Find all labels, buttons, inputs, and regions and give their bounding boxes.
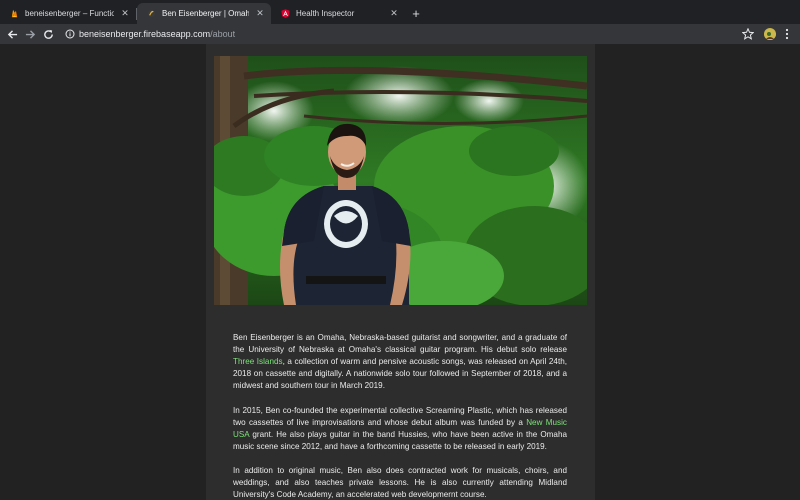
- firebase-icon: [11, 9, 18, 18]
- close-tab-icon[interactable]: ✕: [255, 8, 265, 19]
- bio-text-run: , a collection of warm and pensive acous…: [233, 357, 568, 391]
- bio-paragraph-2: In 2015, Ben co-founded the experimental…: [233, 405, 567, 453]
- bio-text-run: grant. He also plays guitar in the band …: [233, 429, 567, 451]
- site-icon: [147, 9, 156, 18]
- tab-ben-eisenberger[interactable]: Ben Eisenberger | Omaha-Base ✕: [137, 3, 271, 24]
- back-button[interactable]: [5, 27, 19, 41]
- page-viewport: Ben Eisenberger is an Omaha, Nebraska-ba…: [0, 44, 800, 500]
- about-content: Ben Eisenberger is an Omaha, Nebraska-ba…: [206, 44, 595, 500]
- tab-title: beneisenberger – Functions – F: [25, 9, 114, 18]
- more-menu-icon[interactable]: [783, 28, 791, 40]
- angular-icon: [281, 9, 290, 18]
- arrow-right-icon: [25, 29, 35, 39]
- bio-text-run: Ben Eisenberger is an Omaha, Nebraska-ba…: [233, 333, 567, 355]
- avatar-image-icon: [764, 29, 776, 40]
- close-tab-icon[interactable]: ✕: [389, 8, 399, 19]
- tab-strip: beneisenberger – Functions – F ✕ Ben Eis…: [0, 0, 800, 24]
- tab-health-inspector[interactable]: Health Inspector ✕: [271, 3, 405, 24]
- address-bar[interactable]: beneisenberger.firebaseapp.com/about: [60, 26, 740, 42]
- bio-text-run: In 2015, Ben co-founded the experimental…: [233, 405, 567, 427]
- arrow-left-icon: [7, 29, 17, 39]
- bio-paragraph-3: In addition to original music, Ben also …: [233, 465, 567, 500]
- bio-text-run: In addition to original music, Ben also …: [233, 466, 567, 500]
- url-path: /about: [210, 29, 236, 39]
- close-tab-icon[interactable]: ✕: [120, 8, 130, 19]
- bookmark-star-icon[interactable]: [742, 28, 754, 40]
- reload-button[interactable]: [41, 27, 55, 41]
- url-host: beneisenberger.firebaseapp.com: [79, 29, 211, 39]
- reload-icon: [43, 29, 53, 39]
- forward-button[interactable]: [23, 27, 37, 41]
- tab-functions[interactable]: beneisenberger – Functions – F ✕: [0, 3, 136, 24]
- browser-toolbar: beneisenberger.firebaseapp.com/about: [0, 24, 800, 44]
- info-icon[interactable]: [65, 29, 75, 39]
- profile-avatar[interactable]: [764, 28, 776, 40]
- bio-text: Ben Eisenberger is an Omaha, Nebraska-ba…: [233, 332, 567, 500]
- bio-link[interactable]: Three Islands: [233, 357, 283, 366]
- tab-title: Health Inspector: [296, 9, 355, 18]
- tab-title: Ben Eisenberger | Omaha-Base: [162, 9, 249, 18]
- url-text[interactable]: beneisenberger.firebaseapp.com/about: [79, 28, 235, 40]
- bio-paragraph-1: Ben Eisenberger is an Omaha, Nebraska-ba…: [233, 332, 567, 392]
- new-tab-button[interactable]: +: [409, 7, 423, 21]
- portrait-photo: [214, 56, 587, 305]
